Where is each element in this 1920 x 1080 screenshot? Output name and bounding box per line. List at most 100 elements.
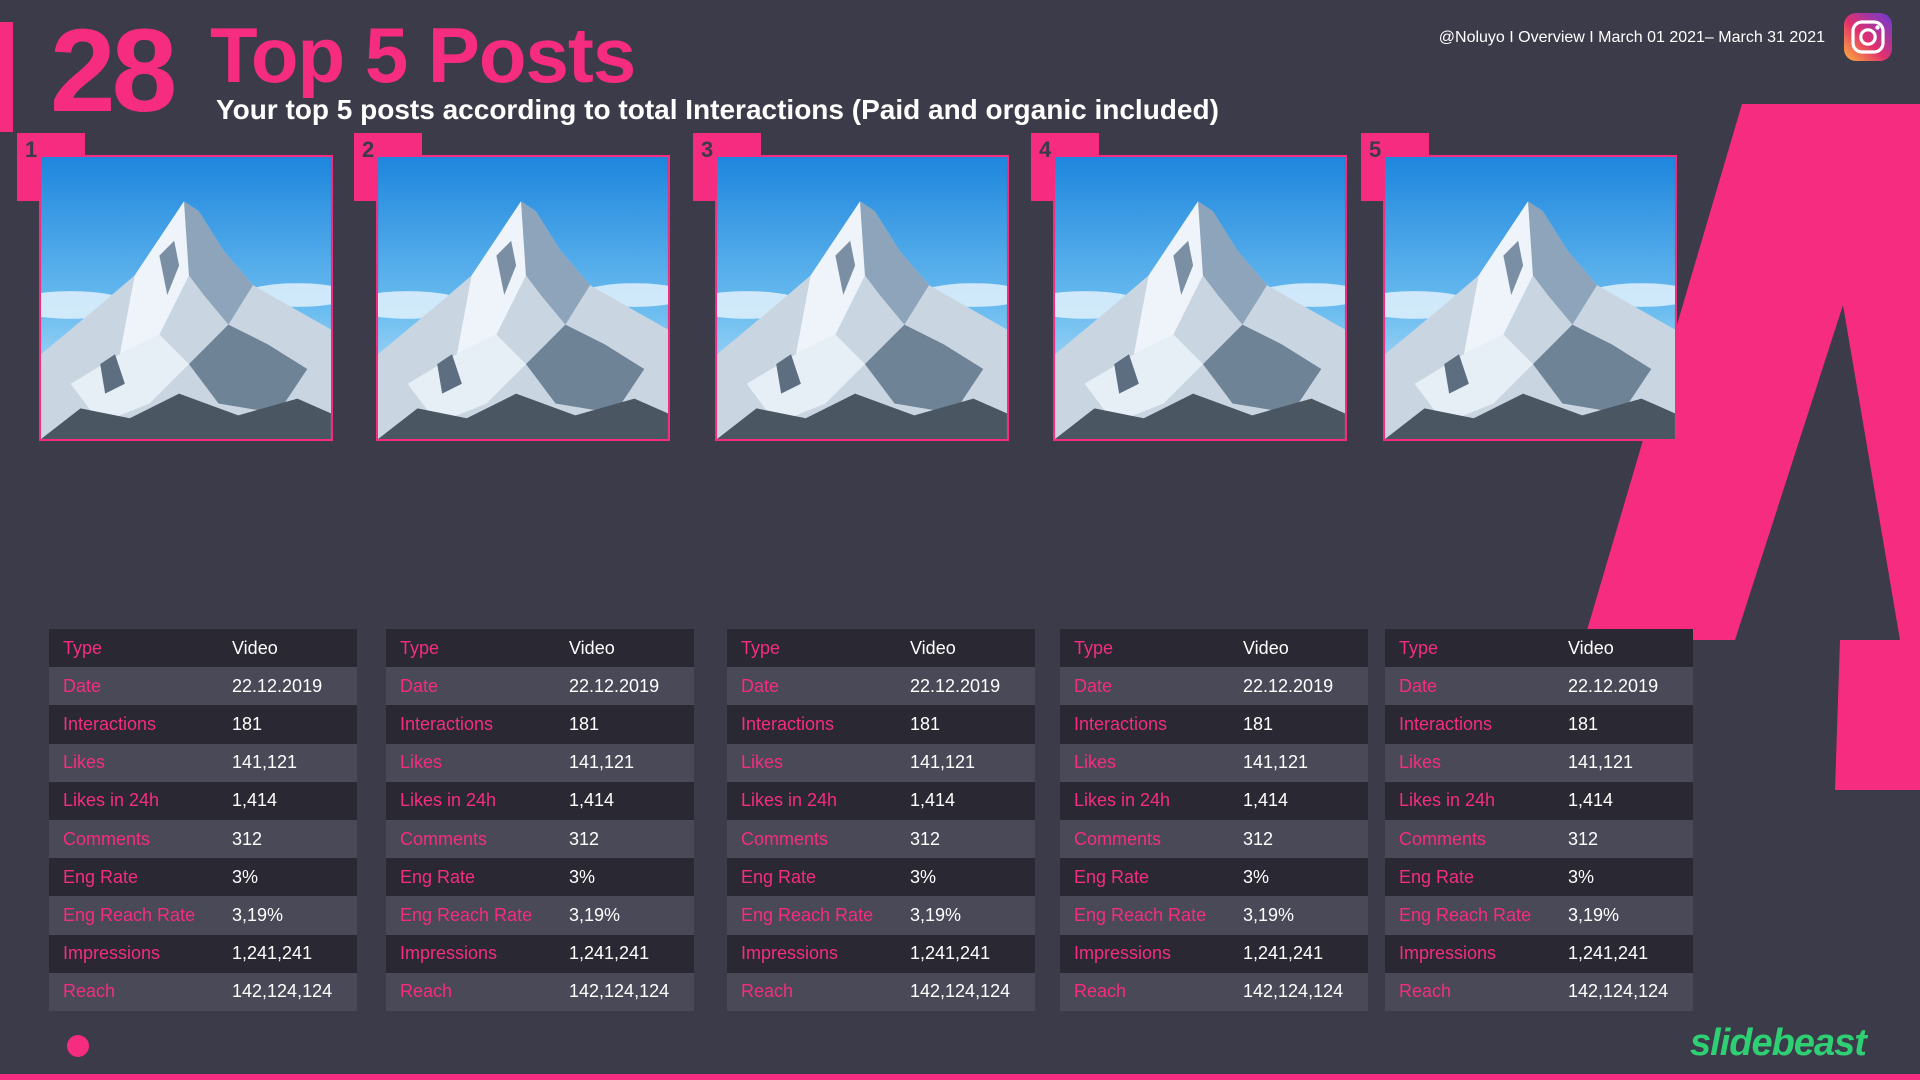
stat-label: Likes in 24h: [1060, 781, 1233, 820]
post-card-4[interactable]: 4: [1031, 133, 1351, 441]
stat-label: Type: [49, 629, 222, 668]
stat-value: 3,19%: [900, 896, 1035, 935]
table-row: Interactions 181: [49, 705, 357, 744]
stat-value: 3%: [559, 858, 694, 897]
table-row: Reach 142,124,124: [1385, 972, 1693, 1011]
stat-value: 141,121: [1558, 743, 1693, 782]
stat-label: Reach: [49, 972, 222, 1011]
stat-label: Likes in 24h: [1385, 781, 1558, 820]
rank-number: 1: [25, 137, 38, 162]
stat-value: 181: [222, 705, 357, 744]
stat-value: 3,19%: [559, 896, 694, 935]
stat-value: 181: [559, 705, 694, 744]
stat-label: Date: [1060, 667, 1233, 706]
stat-value: 1,414: [222, 781, 357, 820]
post-card-5[interactable]: 5: [1361, 133, 1681, 441]
stat-label: Eng Reach Rate: [386, 896, 559, 935]
stat-label: Interactions: [49, 705, 222, 744]
stat-value: 1,414: [1558, 781, 1693, 820]
table-row: Interactions 181: [1060, 705, 1368, 744]
post-stats-table-1: Type Video Date 22.12.2019 Interactions 181…: [49, 629, 357, 1011]
stat-value: 3%: [222, 858, 357, 897]
stat-value: 1,241,241: [1233, 934, 1368, 973]
stat-label: Likes in 24h: [727, 781, 900, 820]
stat-label: Impressions: [386, 934, 559, 973]
table-row: Type Video: [1385, 629, 1693, 668]
table-row: Date 22.12.2019: [727, 667, 1035, 706]
stat-label: Eng Rate: [1060, 858, 1233, 897]
stat-label: Interactions: [1385, 705, 1558, 744]
table-row: Likes in 24h 1,414: [1060, 781, 1368, 820]
stat-label: Interactions: [727, 705, 900, 744]
table-row: Likes 141,121: [1060, 743, 1368, 782]
stat-label: Eng Rate: [386, 858, 559, 897]
stat-value: 142,124,124: [1233, 972, 1368, 1011]
table-row: Reach 142,124,124: [1060, 972, 1368, 1011]
stat-label: Eng Rate: [1385, 858, 1558, 897]
post-thumbnail[interactable]: [1053, 155, 1347, 441]
stat-label: Likes: [386, 743, 559, 782]
post-thumbnail[interactable]: [376, 155, 670, 441]
stat-label: Interactions: [1060, 705, 1233, 744]
table-row: Impressions 1,241,241: [727, 934, 1035, 973]
stat-label: Type: [1385, 629, 1558, 668]
stat-label: Eng Reach Rate: [1060, 896, 1233, 935]
table-row: Likes in 24h 1,414: [49, 781, 357, 820]
stat-label: Type: [1060, 629, 1233, 668]
table-row: Type Video: [1060, 629, 1368, 668]
table-row: Eng Reach Rate 3,19%: [1060, 896, 1368, 935]
stat-label: Eng Rate: [727, 858, 900, 897]
stat-value: 1,241,241: [900, 934, 1035, 973]
stat-label: Type: [727, 629, 900, 668]
stat-label: Likes in 24h: [386, 781, 559, 820]
table-row: Comments 312: [727, 819, 1035, 859]
bottom-accent-line: [0, 1074, 1920, 1080]
stat-value: Video: [1558, 629, 1693, 668]
stat-value: 22.12.2019: [900, 667, 1035, 706]
table-row: Reach 142,124,124: [727, 972, 1035, 1011]
stat-value: 1,241,241: [1558, 934, 1693, 973]
stat-value: 312: [559, 819, 694, 859]
stat-value: 312: [900, 819, 1035, 859]
stat-value: 142,124,124: [900, 972, 1035, 1011]
table-row: Impressions 1,241,241: [1060, 934, 1368, 973]
post-thumbnail[interactable]: [39, 155, 333, 441]
table-row: Impressions 1,241,241: [1385, 934, 1693, 973]
table-row: Date 22.12.2019: [1060, 667, 1368, 706]
stat-label: Eng Reach Rate: [1385, 896, 1558, 935]
post-thumbnail[interactable]: [715, 155, 1009, 441]
stat-label: Impressions: [1385, 934, 1558, 973]
table-row: Eng Reach Rate 3,19%: [727, 896, 1035, 935]
table-row: Reach 142,124,124: [49, 972, 357, 1011]
stat-label: Reach: [386, 972, 559, 1011]
stat-value: Video: [559, 629, 694, 668]
stat-value: 1,414: [900, 781, 1035, 820]
stat-label: Likes: [1060, 743, 1233, 782]
stat-label: Eng Reach Rate: [727, 896, 900, 935]
table-row: Impressions 1,241,241: [49, 934, 357, 973]
post-card-1[interactable]: 1: [17, 133, 337, 441]
table-row: Type Video: [49, 629, 357, 668]
post-thumbnail[interactable]: [1383, 155, 1677, 441]
stat-label: Likes: [727, 743, 900, 782]
post-stats-table-5: Type Video Date 22.12.2019 Interactions 181…: [1385, 629, 1693, 1011]
post-stats-table-3: Type Video Date 22.12.2019 Interactions 181…: [727, 629, 1035, 1011]
stat-label: Interactions: [386, 705, 559, 744]
mountain-image: [378, 157, 668, 439]
table-row: Reach 142,124,124: [386, 972, 694, 1011]
table-row: Eng Rate 3%: [727, 858, 1035, 897]
stat-value: 3,19%: [1558, 896, 1693, 935]
stat-value: 181: [1233, 705, 1368, 744]
stat-value: 3%: [1558, 858, 1693, 897]
table-row: Eng Reach Rate 3,19%: [1385, 896, 1693, 935]
post-card-2[interactable]: 2: [354, 133, 674, 441]
table-row: Comments 312: [1060, 819, 1368, 859]
stat-value: 3,19%: [1233, 896, 1368, 935]
stat-value: 3%: [900, 858, 1035, 897]
stat-value: 141,121: [222, 743, 357, 782]
stat-value: 1,241,241: [559, 934, 694, 973]
table-row: Eng Reach Rate 3,19%: [49, 896, 357, 935]
table-row: Comments 312: [49, 819, 357, 859]
post-card-3[interactable]: 3: [693, 133, 1013, 441]
mountain-image: [717, 157, 1007, 439]
